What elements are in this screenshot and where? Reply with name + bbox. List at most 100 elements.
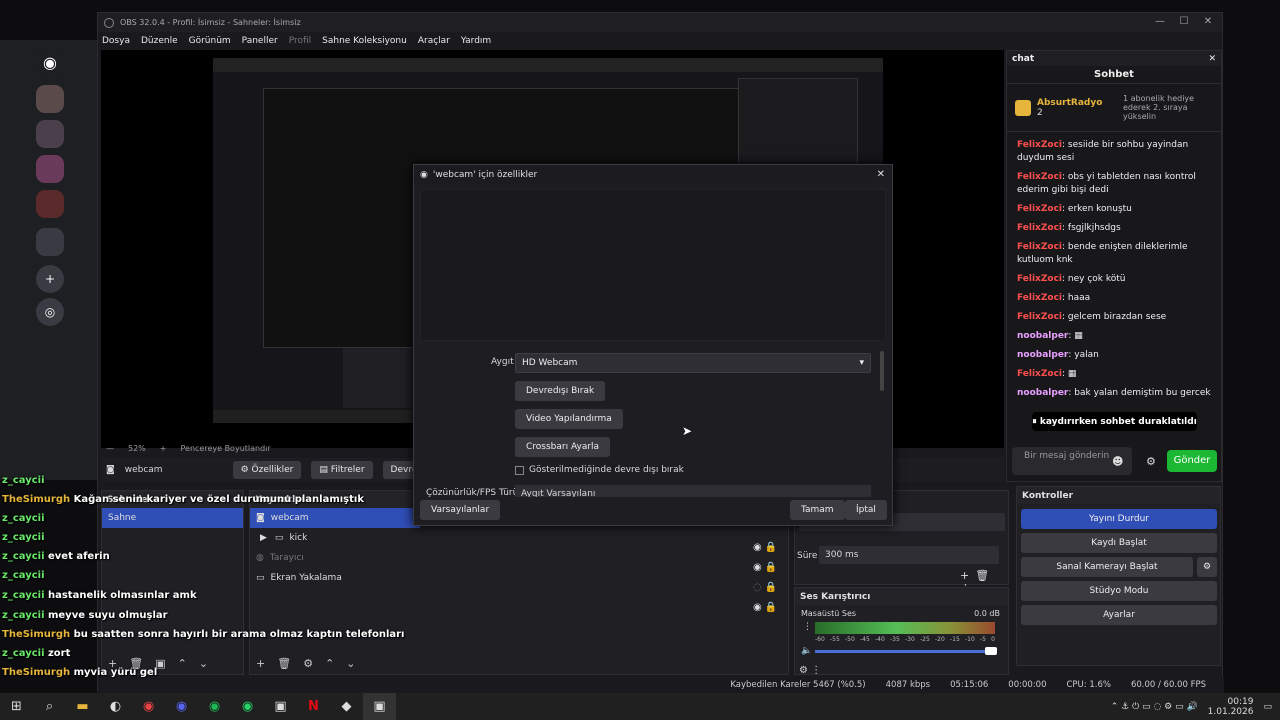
close-icon[interactable]: ✕ [1208,54,1216,64]
close-icon[interactable]: ✕ [877,169,885,180]
hype-banner: AbsurtRadyo 2 1 abonelik hediye ederek 2.… [1007,84,1221,132]
server-5-icon[interactable] [36,228,64,256]
scene-item[interactable]: Sahne [102,508,243,528]
visibility-hidden-icon[interactable]: ◌ 🔒 [753,578,777,598]
source-item[interactable]: ▭ Ekran Yakalama [250,568,788,588]
send-button[interactable]: Gönder [1167,450,1217,472]
duration-input[interactable]: 300 ms [819,546,999,564]
search-icon[interactable]: ⌕ [33,693,66,720]
source-item[interactable]: ◙ webcam [250,508,420,528]
add-icon[interactable]: + [256,657,265,670]
deactivate-hidden-checkbox[interactable] [515,465,524,475]
steam-icon[interactable]: ◐ [99,693,132,720]
mixer-dock: Ses Karıştırıcı Masaüstü Ses 0.0 dB ⋮ -6… [794,587,1009,676]
netflix-icon[interactable]: N [297,693,330,720]
maximize-icon[interactable]: ☐ [1176,15,1192,29]
studio-mode-button[interactable]: Stüdyo Modu [1021,581,1217,601]
emote-icon: ▦ [1067,369,1077,379]
crossbar-button[interactable]: Crossbarı Ayarla [515,437,611,457]
menu-file[interactable]: Dosya [102,36,130,46]
more-icon[interactable]: ⋮ [811,665,821,676]
gear-icon[interactable]: ⚙ [799,665,808,676]
server-1-icon[interactable] [36,85,64,113]
up-icon[interactable]: ⌃ [325,657,334,670]
speaker-icon[interactable]: 🔈 [801,646,812,656]
stop-stream-button[interactable]: Yayını Durdur [1021,509,1217,529]
scrollbar[interactable] [880,351,884,391]
minimize-icon[interactable]: — [1152,15,1168,29]
start-virtual-camera-button[interactable]: Sanal Kamerayı Başlat [1021,557,1193,577]
obs-logo-icon: ◉ [420,169,428,180]
filters-button[interactable]: ▤ Filtreler [311,461,373,479]
spotify-icon[interactable]: ◉ [198,693,231,720]
add-server-icon[interactable]: + [36,265,64,293]
zoom-out-button[interactable]: — [106,444,114,453]
visibility-icon[interactable]: ◉ 🔒 [753,558,777,578]
add-icon[interactable]: + [960,569,975,582]
explore-icon[interactable]: ◎ [36,298,64,326]
resolution-select[interactable]: Aygıt Varsayılanı [515,485,871,497]
ok-button[interactable]: Tamam [790,500,845,520]
start-recording-button[interactable]: Kaydı Başlat [1021,533,1217,553]
server-2-icon[interactable] [36,120,64,148]
more-icon[interactable]: ⋮ [803,622,812,632]
cpu-usage: CPU: 1.6% [1066,680,1111,690]
whatsapp-icon[interactable]: ◉ [231,693,264,720]
chat-message: FelixZoci: erken konuştu [1017,204,1132,214]
zoom-in-button[interactable]: + [160,444,167,453]
source-item[interactable]: ◍ Tarayıcı [250,548,788,568]
properties-button[interactable]: ⚙ Özellikler [232,461,302,479]
menu-view[interactable]: Görünüm [189,36,231,46]
chat-message: noobalper: ▦ [1017,331,1083,341]
visibility-icon[interactable]: ◉ 🔒 [753,598,777,618]
notification-icon[interactable]: ▭ [1263,702,1272,712]
photos-icon[interactable]: ▣ [264,693,297,720]
windows-start-icon[interactable]: ⊞ [0,693,33,720]
discord-icon[interactable]: ◉ [36,48,64,76]
gear-icon[interactable]: ⚙ [1146,455,1156,468]
obs-taskbar-icon[interactable]: ▣ [363,693,396,720]
delete-icon[interactable]: 🗑 [975,569,995,582]
menu-edit[interactable]: Düzenle [141,36,178,46]
down-icon[interactable]: ⌄ [199,657,208,670]
volume-slider[interactable] [815,650,995,653]
app-icon[interactable]: ◆ [330,693,363,720]
overlay-message: z_caycii [2,570,45,581]
settings-button[interactable]: Ayarlar [1021,605,1217,625]
menu-docks[interactable]: Paneller [242,36,278,46]
defaults-button[interactable]: Varsayılanlar [420,500,501,520]
close-icon[interactable]: ✕ [1200,15,1216,29]
menu-help[interactable]: Yardım [461,36,491,46]
obs-logo-icon [104,17,114,28]
gear-icon[interactable]: ⚙ [1197,557,1217,577]
explorer-icon[interactable]: ▬ [66,693,99,720]
chrome-icon[interactable]: ◉ [132,693,165,720]
fit-to-window[interactable]: Pencereye Boyutlandır [180,444,270,453]
emoji-icon[interactable]: ☻ [1112,455,1123,468]
globe-icon: ◍ [256,553,264,563]
camera-icon: ◙ [256,513,265,523]
video-config-button[interactable]: Video Yapılandırma [515,409,623,429]
deactivate-button[interactable]: Devredışı Bırak [515,381,606,401]
dialog-title: 'webcam' için özellikler [432,169,538,180]
menu-tools[interactable]: Araçlar [418,36,450,46]
delete-icon[interactable]: 🗑 [277,657,291,670]
discord-sidebar: ◉ + ◎ [0,40,97,480]
server-3-icon[interactable] [36,155,64,183]
gear-icon[interactable]: ⚙ [303,657,313,670]
menu-profile[interactable]: Profil [289,36,311,46]
chat-paused-banner[interactable]: ⏸ kaydırırken sohbet duraklatıldı [1032,412,1197,431]
menu-scene-collection[interactable]: Sahne Koleksiyonu [322,36,407,46]
visibility-icon[interactable]: ◉ 🔒 [753,538,777,558]
up-icon[interactable]: ⌃ [178,657,187,670]
device-select[interactable]: HD Webcam ▾ [515,353,871,373]
expand-icon[interactable]: ▶ [260,533,267,543]
cancel-button[interactable]: İptal [845,500,887,520]
source-item[interactable]: ▶ ▭ kick [250,528,788,548]
tray-icons[interactable]: ⌃ ⚓ ⏻ ▭ ◌ ⚙ ▭ 🔊 [1111,702,1198,712]
volume-slider-handle[interactable] [985,647,997,655]
discord-icon[interactable]: ◉ [165,693,198,720]
down-icon[interactable]: ⌄ [346,657,355,670]
server-4-icon[interactable] [36,190,64,218]
stream-time: 05:15:06 [950,680,989,690]
